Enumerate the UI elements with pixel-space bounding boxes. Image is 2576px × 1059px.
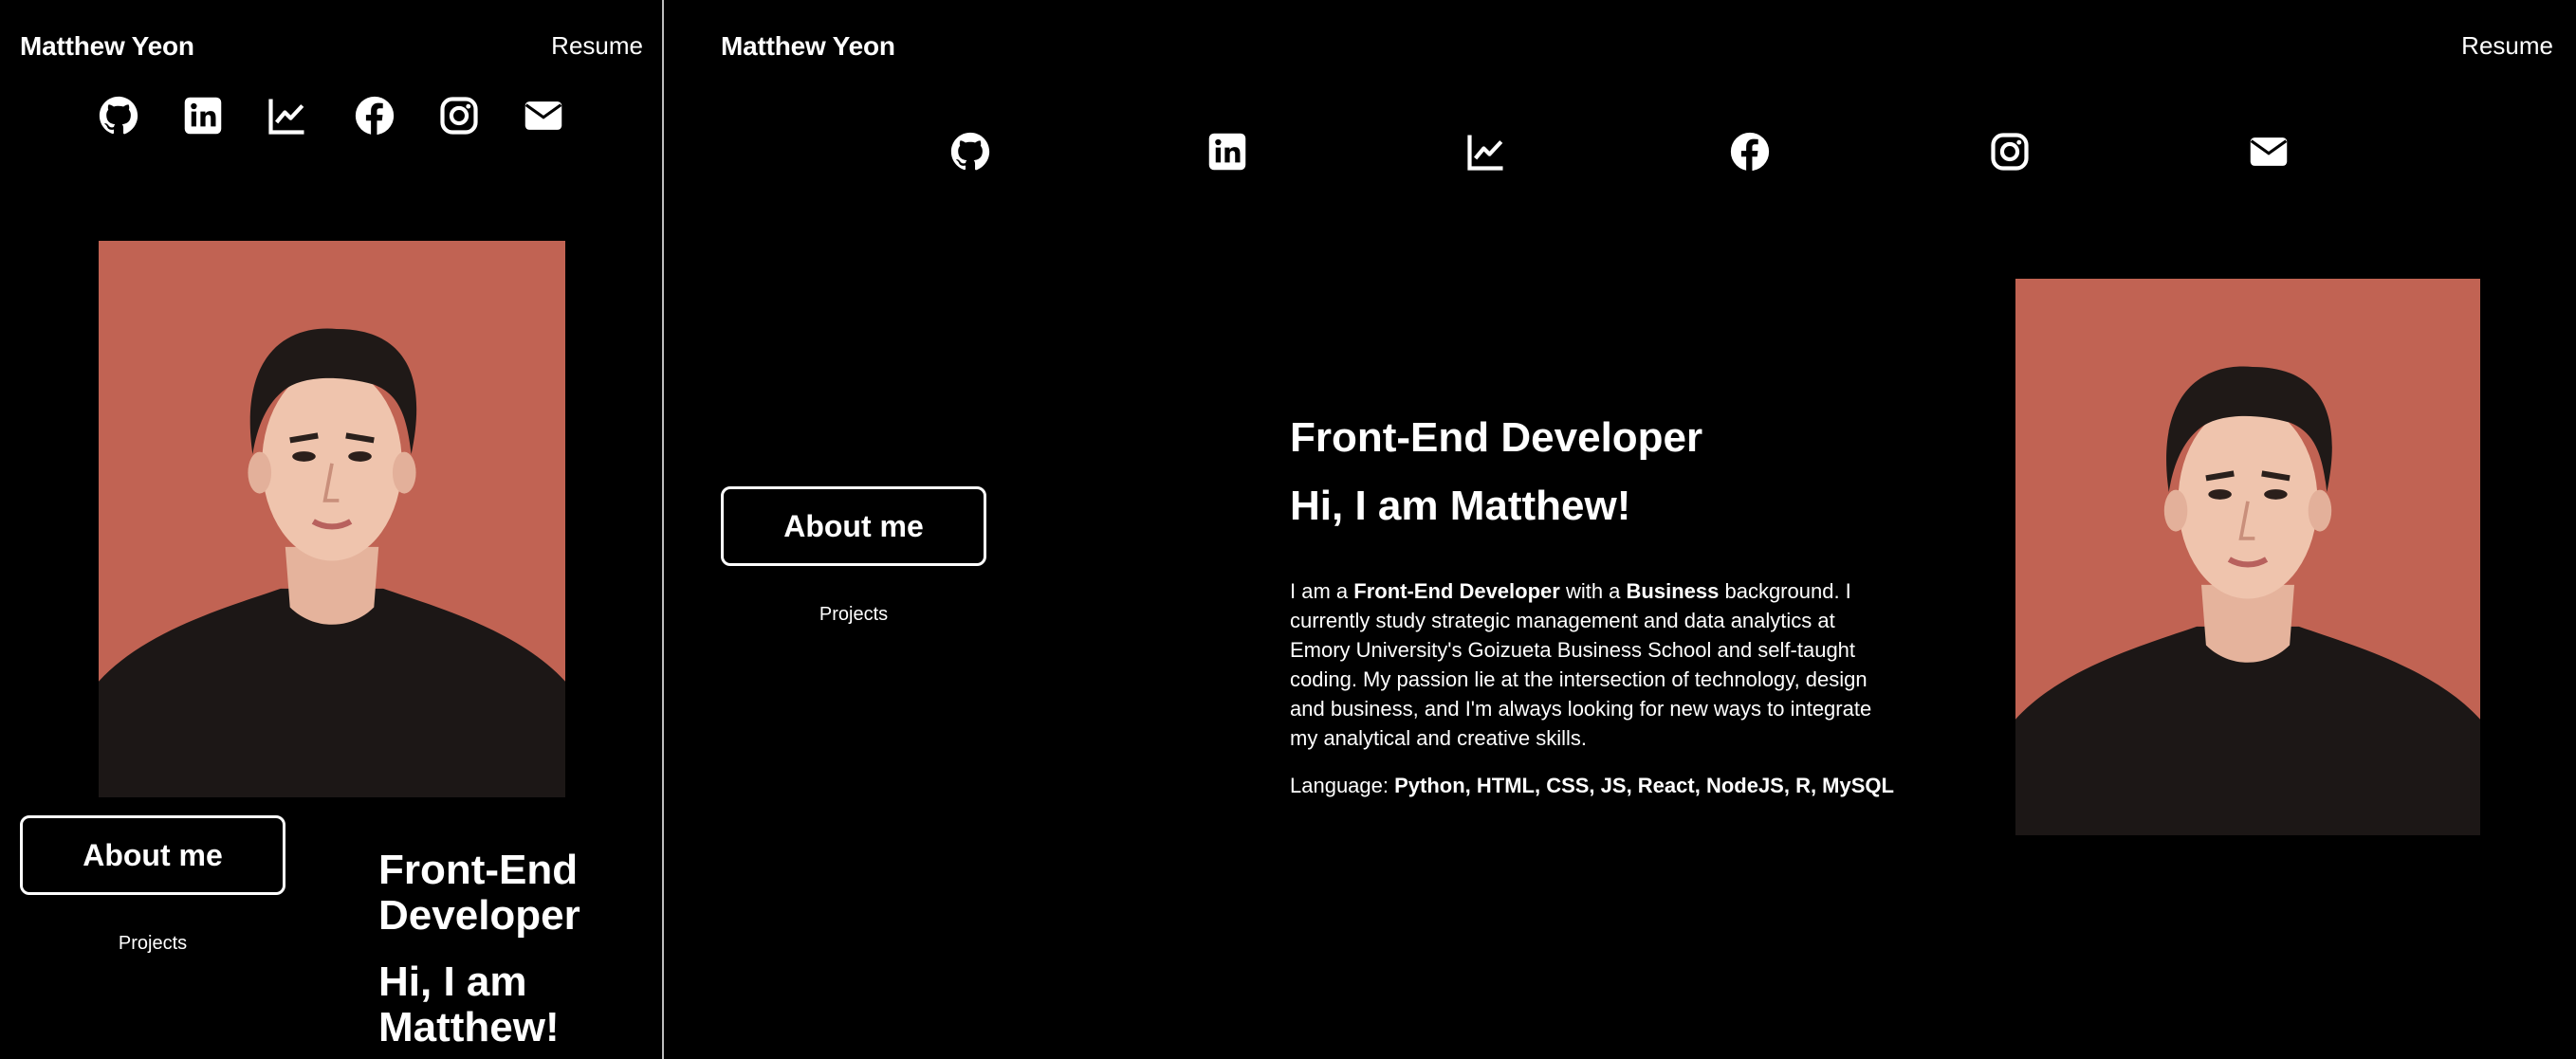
projects-link[interactable]: Projects [721,604,986,626]
instagram-icon[interactable] [1990,132,2030,172]
envelope-icon[interactable] [524,96,563,136]
chart-line-icon[interactable] [1466,132,1506,172]
profile-photo [99,241,565,797]
role-title: Front-End Developer [1290,414,1703,461]
github-icon[interactable] [99,96,138,136]
languages-list: Python, HTML, CSS, JS, React, NodeJS, R,… [1394,774,1894,797]
facebook-icon[interactable] [355,96,395,136]
instagram-icon[interactable] [439,96,479,136]
resume-link[interactable]: Resume [551,31,643,61]
about-me-button[interactable]: About me [721,486,986,566]
projects-link[interactable]: Projects [20,933,285,955]
resume-link[interactable]: Resume [2461,31,2553,61]
brand-name[interactable]: Matthew Yeon [721,31,895,62]
brand-name[interactable]: Matthew Yeon [20,31,194,62]
mobile-view: Matthew Yeon Resume About me Projects Fr… [0,0,662,1059]
github-icon[interactable] [950,132,990,172]
envelope-icon[interactable] [2249,132,2289,172]
profile-photo [2015,279,2480,835]
desktop-view: Matthew Yeon Resume About me Projects Fr… [664,0,2576,1059]
greeting-title: Hi, I am Matthew! [378,959,560,1050]
role-title: Front-End Developer [378,847,580,939]
bio-paragraph: I am a Front-End Developer with a Busine… [1290,579,1872,750]
greeting-title: Hi, I am Matthew! [1290,483,1631,529]
facebook-icon[interactable] [1730,132,1770,172]
about-me-button[interactable]: About me [20,815,285,895]
linkedin-icon[interactable] [183,96,223,136]
languages-line: Language: Python, HTML, CSS, JS, React, … [1290,774,1894,797]
linkedin-icon[interactable] [1207,132,1247,172]
chart-line-icon[interactable] [267,96,307,136]
